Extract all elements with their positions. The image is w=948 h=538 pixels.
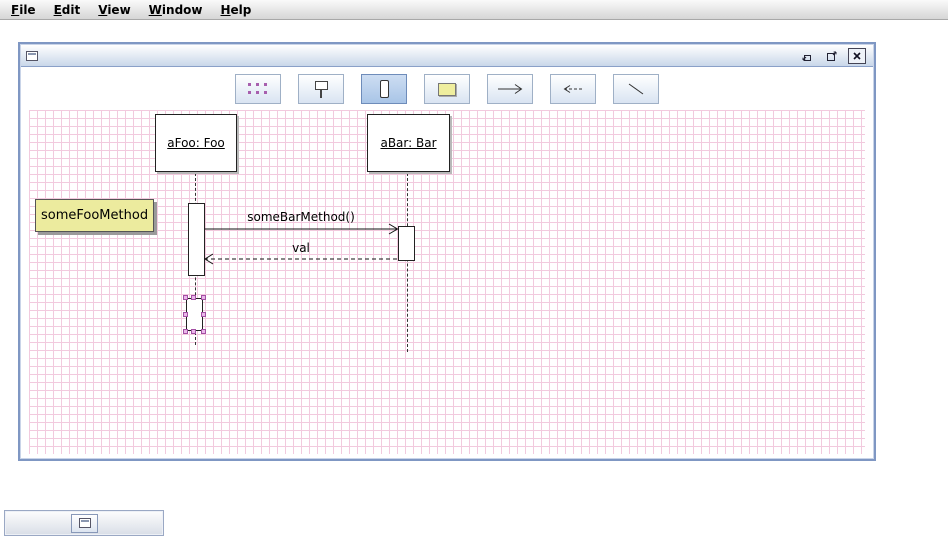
line-tool-button[interactable] — [613, 74, 659, 104]
selection-handle[interactable] — [183, 329, 188, 334]
menu-window[interactable]: Window — [140, 1, 212, 19]
selection-handle[interactable] — [191, 329, 196, 334]
menu-file[interactable]: File — [2, 1, 45, 19]
call-arrow-tool-button[interactable] — [487, 74, 533, 104]
diagram-canvas[interactable]: aFoo: Foo aBar: Bar someFooMethod someBa… — [29, 110, 865, 454]
return-message-arrow[interactable] — [201, 253, 401, 265]
selection-handle[interactable] — [183, 312, 188, 317]
arrow-left-icon — [563, 85, 582, 93]
selection-handle[interactable] — [201, 329, 206, 334]
maximize-icon — [827, 51, 837, 61]
object-abar-label: aBar: Bar — [380, 136, 437, 150]
note-somefoomethod[interactable]: someFooMethod — [35, 199, 154, 232]
maximize-button[interactable] — [823, 48, 841, 64]
object-afoo-label: aFoo: Foo — [167, 136, 225, 150]
menu-help[interactable]: Help — [211, 1, 260, 19]
activation-afoo[interactable] — [188, 203, 205, 276]
frame-controls — [798, 47, 866, 64]
selection-handle[interactable] — [191, 295, 196, 300]
frame-titlebar[interactable] — [21, 45, 873, 67]
return-arrow-tool-button[interactable] — [550, 74, 596, 104]
selection-dots-icon — [248, 83, 268, 95]
activation-selected[interactable] — [183, 295, 206, 334]
object-lifeline-icon — [314, 80, 328, 98]
minimize-icon — [802, 54, 811, 61]
minimized-frame[interactable] — [4, 510, 164, 536]
object-abar[interactable]: aBar: Bar — [367, 114, 450, 172]
activation-bar-icon — [379, 80, 389, 98]
activation-tool-button[interactable] — [361, 74, 407, 104]
call-message-arrow[interactable] — [201, 223, 401, 235]
minimize-button[interactable] — [798, 48, 816, 64]
object-tool-button[interactable] — [298, 74, 344, 104]
note-icon — [438, 82, 456, 96]
note-text: someFooMethod — [41, 208, 149, 223]
window-icon — [78, 518, 91, 528]
selection-tool-button[interactable] — [235, 74, 281, 104]
close-button[interactable] — [848, 47, 866, 64]
restore-frame-button[interactable] — [71, 513, 98, 533]
selection-handle[interactable] — [183, 295, 188, 300]
call-message-label: someBarMethod() — [247, 210, 355, 224]
selection-handle[interactable] — [201, 312, 206, 317]
diagonal-line-icon — [628, 83, 644, 95]
note-tool-button[interactable] — [424, 74, 470, 104]
selection-handle[interactable] — [201, 295, 206, 300]
menu-view[interactable]: View — [89, 1, 139, 19]
internal-frame: aFoo: Foo aBar: Bar someFooMethod someBa… — [18, 42, 876, 461]
menu-bar: File Edit View Window Help — [0, 0, 948, 20]
window-icon — [26, 50, 38, 61]
close-icon — [853, 51, 861, 60]
lifeline-abar[interactable] — [407, 173, 408, 352]
diagram-toolbar — [21, 68, 873, 110]
object-afoo[interactable]: aFoo: Foo — [155, 114, 237, 172]
menu-edit[interactable]: Edit — [45, 1, 90, 19]
arrow-right-icon — [498, 84, 523, 94]
